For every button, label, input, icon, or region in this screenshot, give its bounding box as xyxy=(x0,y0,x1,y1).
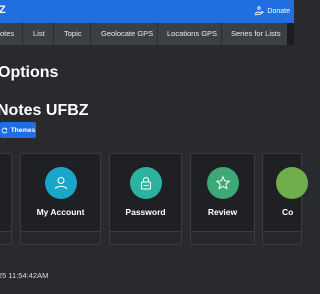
donate-label: Donate xyxy=(267,7,290,15)
card-footer xyxy=(263,231,301,244)
star-icon xyxy=(215,175,230,190)
nav-divider xyxy=(53,23,54,45)
nav-divider xyxy=(221,23,222,45)
card-partial-right[interactable]: Co xyxy=(262,153,308,245)
nav-item-geolocate-gps[interactable]: Geolocate GPS xyxy=(101,23,153,45)
nav-divider xyxy=(22,23,23,45)
nav-item-list[interactable]: List xyxy=(33,23,45,45)
nav-item-topic[interactable]: Topic xyxy=(64,23,82,45)
app-logo[interactable]: Z xyxy=(0,4,6,16)
nav-item-notes[interactable]: otes xyxy=(0,23,14,45)
card-footer xyxy=(21,231,100,244)
themes-button[interactable]: Themes xyxy=(0,122,36,138)
timestamp: 25 11:54:42AM xyxy=(0,271,49,280)
nav-divider xyxy=(157,23,158,45)
card-label: My Account xyxy=(36,207,85,217)
card-label: Password xyxy=(125,207,166,217)
card-icon-circle xyxy=(276,167,308,199)
nav-item-series-for-lists[interactable]: Series for Lists xyxy=(231,23,281,45)
page-title: Options xyxy=(0,64,59,81)
section-title: Notes UFBZ xyxy=(0,102,89,119)
nav-divider xyxy=(90,23,91,45)
card-partial-left[interactable] xyxy=(0,153,12,245)
nav-item-active[interactable] xyxy=(287,23,294,45)
card-icon-circle xyxy=(44,167,77,199)
themes-label: Themes xyxy=(10,126,36,134)
top-bar: Z Donate xyxy=(0,0,294,23)
card-footer xyxy=(110,231,181,244)
card-label: Co xyxy=(282,207,294,217)
user-icon xyxy=(54,176,67,190)
card-password[interactable]: Password xyxy=(109,153,182,245)
card-my-account[interactable]: My Account xyxy=(20,153,101,245)
nav-item-locations-gps[interactable]: Locations GPS xyxy=(167,23,217,45)
lock-icon xyxy=(140,176,151,190)
donate-link[interactable]: Donate xyxy=(254,6,290,16)
card-review[interactable]: Review xyxy=(190,153,255,245)
donate-icon xyxy=(255,6,265,16)
card-icon-circle xyxy=(206,167,239,199)
themes-icon xyxy=(1,127,8,133)
card-label: Review xyxy=(207,207,238,217)
card-footer xyxy=(0,231,11,244)
card-footer xyxy=(191,231,254,244)
card-icon-circle xyxy=(129,167,162,199)
main-nav: otes List Topic Geolocate GPS Locations … xyxy=(0,23,294,45)
